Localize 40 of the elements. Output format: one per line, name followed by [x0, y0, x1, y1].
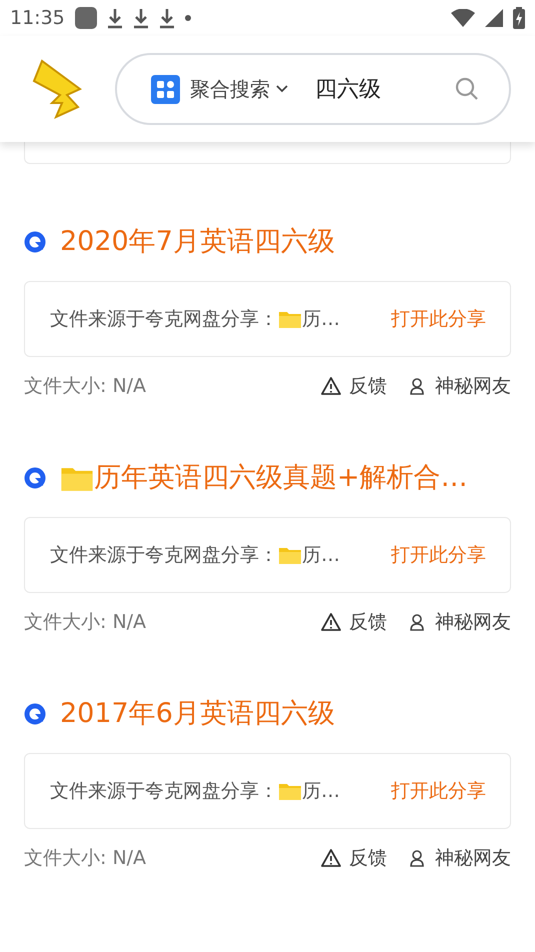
source-label: 文件来源于夸克网盘分享： [50, 542, 278, 568]
search-query[interactable]: 四六级 [315, 72, 455, 106]
file-name: 历… [302, 542, 340, 568]
warning-icon [321, 613, 341, 631]
download-icon [158, 7, 175, 29]
user-icon [409, 849, 425, 867]
wifi-icon [451, 9, 475, 27]
download-icon [106, 7, 123, 29]
dot-icon [184, 15, 191, 21]
source-label: 文件来源于夸克网盘分享： [50, 306, 278, 332]
warning-icon [321, 377, 341, 395]
file-name: 历… [302, 306, 340, 332]
grid-app-icon [151, 74, 180, 104]
app-notification-icon [74, 7, 97, 29]
chevron-down-icon[interactable] [276, 85, 288, 93]
uploader-name: 神秘网友 [435, 374, 511, 399]
feedback-button[interactable]: 反馈 [321, 372, 387, 400]
search-bar[interactable]: 聚合搜索 四六级 [115, 53, 511, 125]
search-icon[interactable] [455, 77, 479, 101]
user-icon [409, 377, 425, 395]
result-type-icon [24, 467, 46, 489]
source-label: 文件来源于夸克网盘分享： [50, 778, 278, 804]
signal-icon [485, 9, 503, 27]
file-size: 文件大小: N/A [24, 374, 146, 399]
warning-icon [321, 849, 341, 867]
feedback-button[interactable]: 反馈 [321, 608, 387, 636]
result-type-icon [24, 231, 46, 253]
lightning-logo-icon [32, 59, 82, 119]
uploader-name: 神秘网友 [435, 610, 511, 635]
search-scope-selector[interactable]: 聚合搜索 [190, 74, 270, 104]
file-name: 历… [302, 778, 340, 804]
file-size: 文件大小: N/A [24, 610, 146, 635]
file-size: 文件大小: N/A [24, 846, 146, 871]
user-icon [409, 613, 425, 631]
uploader-name: 神秘网友 [435, 846, 511, 871]
result-type-icon [24, 703, 46, 725]
feedback-button[interactable]: 反馈 [321, 844, 387, 872]
download-icon [132, 7, 149, 29]
clock-time: 11:35 [10, 6, 65, 31]
battery-icon [513, 7, 525, 29]
